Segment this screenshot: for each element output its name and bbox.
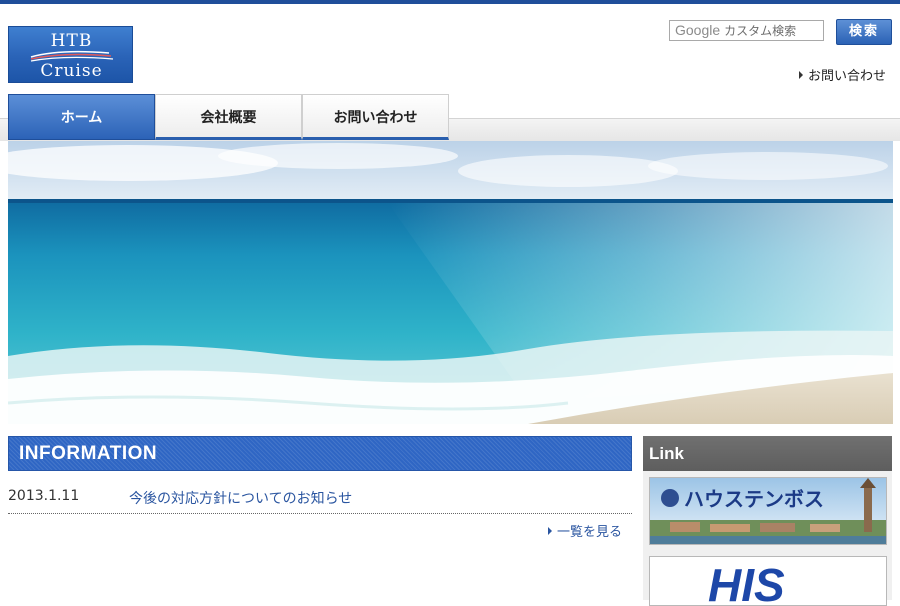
triangle-right-icon xyxy=(799,71,803,79)
search-button[interactable]: 検索 xyxy=(836,19,892,45)
tab-company[interactable]: 会社概要 xyxy=(155,94,302,140)
his-banner[interactable]: HIS xyxy=(649,556,887,606)
link-heading: Link xyxy=(649,444,684,463)
link-section-header: Link xyxy=(643,436,892,471)
information-header: INFORMATION xyxy=(8,436,632,471)
news-date: 2013.1.11 xyxy=(8,488,80,504)
header-contact-label: お問い合わせ xyxy=(808,69,887,84)
news-title-link[interactable]: 今後の対応方針についてのお知らせ xyxy=(129,488,352,508)
search-placeholder: カスタム検索 xyxy=(724,24,797,38)
information-heading: INFORMATION xyxy=(19,443,158,464)
news-list-item: 2013.1.11 今後の対応方針についてのお知らせ xyxy=(8,486,632,514)
huis-ten-bosch-banner-text: ハウステンボス xyxy=(684,487,824,511)
top-accent-bar xyxy=(0,0,900,4)
triangle-right-icon xyxy=(548,527,552,535)
htb-cruise-logo[interactable]: HTB Cruise xyxy=(8,26,133,83)
huis-ten-bosch-banner[interactable]: ハウステンボス xyxy=(649,477,887,545)
header-contact-link[interactable]: お問い合わせ xyxy=(799,65,886,84)
tab-contact[interactable]: お問い合わせ xyxy=(302,94,449,140)
google-brand-label: Google xyxy=(675,22,721,38)
his-banner-text: HIS xyxy=(708,559,785,605)
tab-home[interactable]: ホーム xyxy=(8,94,155,140)
view-all-label: 一覧を見る xyxy=(557,525,623,540)
search-input[interactable]: Google カスタム検索 xyxy=(669,20,824,41)
logo-line-2: Cruise xyxy=(40,61,103,81)
hero-beach-image xyxy=(8,141,893,424)
logo-line-1: HTB xyxy=(50,31,93,51)
view-all-link[interactable]: 一覧を見る xyxy=(548,521,622,540)
